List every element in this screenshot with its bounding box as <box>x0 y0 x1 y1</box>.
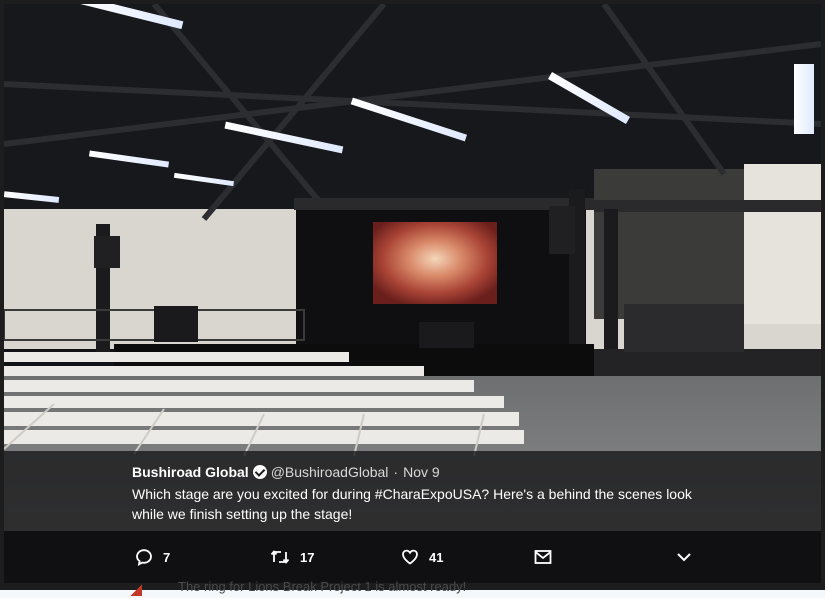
retweet-count: 17 <box>300 549 315 565</box>
user-handle[interactable]: @BushiroadGlobal <box>271 464 389 480</box>
like-button[interactable]: 41 <box>401 531 443 583</box>
tweet-text: Which stage are you excited for during #… <box>132 486 692 522</box>
heart-icon <box>402 549 418 565</box>
tweet-caption: Bushiroad Global @BushiroadGlobal · Nov 9 W… <box>4 451 821 531</box>
display-name[interactable]: Bushiroad Global <box>132 464 249 480</box>
media-viewer: Bushiroad Global @BushiroadGlobal · Nov 9 W… <box>0 0 825 590</box>
tweet-actions: 7 17 41 <box>4 531 821 583</box>
like-count: 41 <box>429 549 444 565</box>
chevron-down-icon <box>677 553 691 562</box>
separator: · <box>393 464 399 480</box>
next-tweet-avatar-icon: ◢ <box>131 581 142 597</box>
verified-badge-icon <box>252 465 267 479</box>
reply-count: 7 <box>163 549 171 565</box>
retweet-icon <box>270 550 290 564</box>
tweet-date[interactable]: Nov 9 <box>403 464 440 480</box>
envelope-icon <box>534 550 552 564</box>
reply-icon <box>136 549 152 566</box>
direct-message-button[interactable] <box>534 531 562 583</box>
tweet-header: Bushiroad Global @BushiroadGlobal · Nov 9 <box>132 464 440 480</box>
reply-button[interactable]: 7 <box>135 531 170 583</box>
more-options-button[interactable] <box>676 531 702 583</box>
next-tweet-text: The ring for Lions Break Project 1 is al… <box>178 579 467 594</box>
retweet-button[interactable]: 17 <box>270 531 314 583</box>
